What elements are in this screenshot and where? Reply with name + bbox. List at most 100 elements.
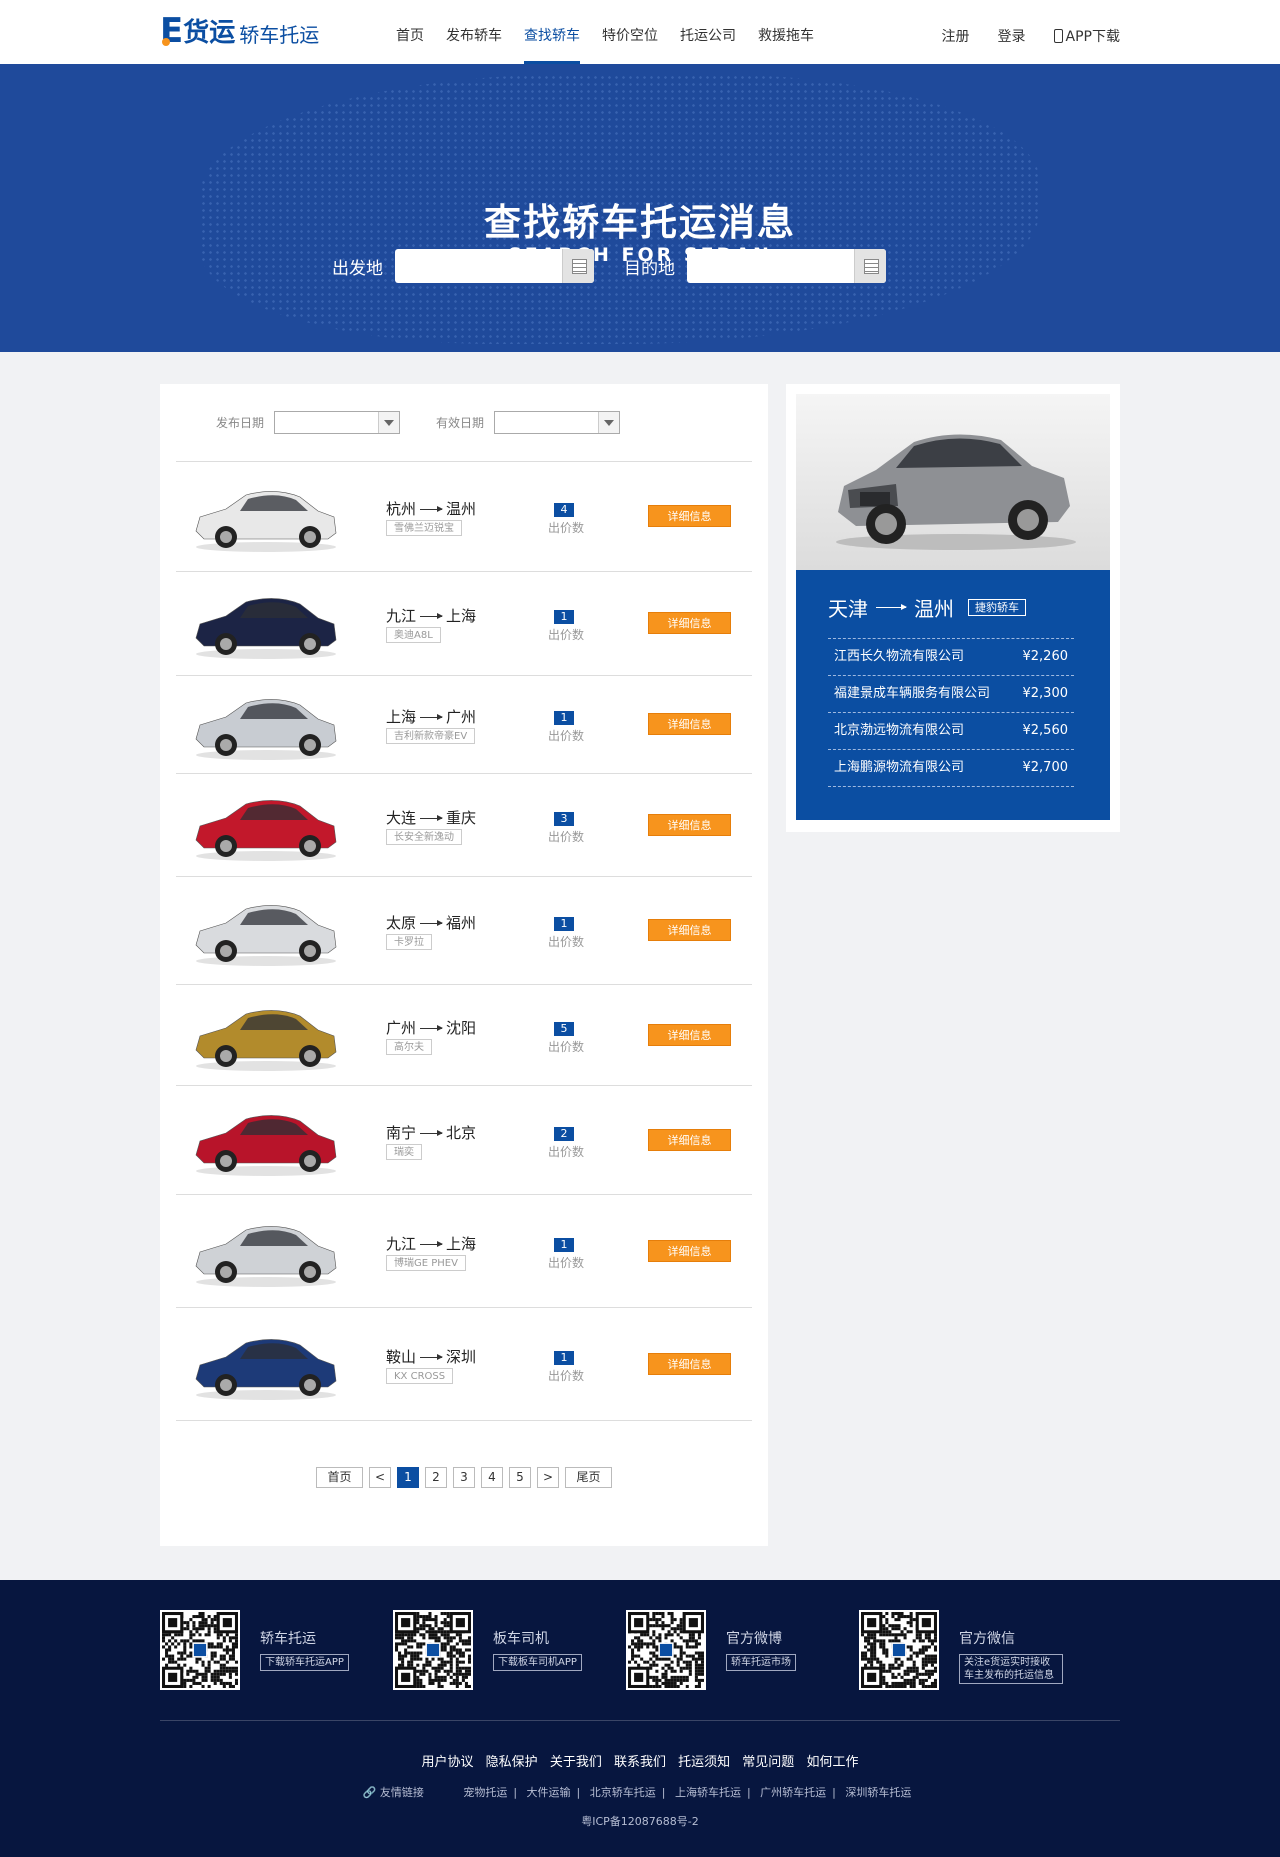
qr-button[interactable]: 下载板车司机APP <box>493 1654 582 1671</box>
qr-code-icon[interactable] <box>859 1610 939 1690</box>
route-from: 南宁 <box>386 1124 417 1142</box>
route: 广州 沈阳 <box>386 1017 476 1038</box>
to-picker-icon[interactable] <box>854 249 886 283</box>
route-arrow-icon <box>420 815 444 821</box>
logo-brand: 货运 <box>183 18 236 48</box>
route-arrow-icon <box>420 920 444 926</box>
route-arrow-icon <box>420 613 444 619</box>
detail-button[interactable]: 详细信息 <box>648 814 731 836</box>
route-arrow-icon <box>420 1354 444 1360</box>
listing-row: 上海 广州 吉利新款帝豪EV 1 出价数 详细信息 <box>176 676 752 774</box>
listing-row: 九江 上海 博瑞GE PHEV 1 出价数 详细信息 <box>176 1195 752 1308</box>
route: 太原 福州 <box>386 912 476 933</box>
featured-from: 天津 <box>828 596 868 621</box>
friend-link[interactable]: 北京轿车托运 <box>590 1786 656 1799</box>
quote-item[interactable]: 北京渤远物流有限公司 ¥2,560 <box>828 713 1074 750</box>
friend-link[interactable]: 广州轿车托运 <box>760 1786 826 1799</box>
qr-button[interactable]: 下载轿车托运APP <box>260 1654 349 1671</box>
route-to: 上海 <box>446 1235 477 1253</box>
footer-link-how[interactable]: 如何工作 <box>806 1755 858 1770</box>
car-model-tag: KX CROSS <box>386 1368 454 1384</box>
page-5[interactable]: 5 <box>509 1467 531 1488</box>
nav-companies[interactable]: 托运公司 <box>680 0 736 64</box>
bid-count-label: 出价数 <box>548 628 585 642</box>
page-1[interactable]: 1 <box>397 1467 419 1488</box>
detail-button[interactable]: 详细信息 <box>648 1353 731 1375</box>
featured-route-card: 天津 温州 捷豹轿车 江西长久物流有限公司 ¥2,260 福建景成车辆服务有限公司… <box>796 570 1110 820</box>
footer-link-privacy[interactable]: 隐私保护 <box>486 1755 538 1770</box>
detail-button[interactable]: 详细信息 <box>648 612 731 634</box>
friend-link[interactable]: 大件运输 <box>527 1786 571 1799</box>
car-model-tag: 雪佛兰迈锐宝 <box>386 520 462 536</box>
footer-link-faq[interactable]: 常见问题 <box>742 1755 794 1770</box>
main-nav: 首页 发布轿车 查找轿车 特价空位 托运公司 救援拖车 <box>396 0 836 64</box>
car-model-tag: 卡罗拉 <box>386 934 432 950</box>
car-thumbnail <box>195 1339 337 1400</box>
to-input[interactable] <box>687 249 886 283</box>
car-thumbnail <box>195 905 337 966</box>
login-link[interactable]: 登录 <box>998 26 1026 46</box>
footer-link-about[interactable]: 关于我们 <box>550 1755 602 1770</box>
qr-button[interactable]: 关注e货运实时接收车主发布的托运信息 <box>959 1654 1063 1684</box>
qr-title: 官方微信 <box>959 1631 1015 1647</box>
quote-item[interactable]: 福建景成车辆服务有限公司 ¥2,300 <box>828 676 1074 713</box>
bid-count-label: 出价数 <box>548 935 585 949</box>
page-4[interactable]: 4 <box>481 1467 503 1488</box>
friend-link[interactable]: 宠物托运 <box>463 1786 507 1799</box>
footer-link-notice[interactable]: 托运须知 <box>678 1755 730 1770</box>
nav-rescue[interactable]: 救援拖车 <box>758 0 814 64</box>
car-thumbnail <box>195 1226 337 1287</box>
route-from: 大连 <box>386 809 417 827</box>
publish-date-select[interactable] <box>274 411 401 434</box>
search-banner: 查找轿车托运消息 SEARCH FOR SEDAN 出发地 目的地 <box>0 64 1280 352</box>
friend-link[interactable]: 上海轿车托运 <box>675 1786 741 1799</box>
app-download-link[interactable]: APP下载 <box>1053 26 1120 46</box>
route: 杭州 温州 <box>386 498 476 519</box>
featured-to: 温州 <box>914 596 954 621</box>
car-model-tag: 奥迪A8L <box>386 627 441 643</box>
detail-button[interactable]: 详细信息 <box>648 1024 731 1046</box>
route-arrow-icon <box>420 1241 444 1247</box>
banner-title: 查找轿车托运消息 <box>484 201 796 244</box>
car-thumbnail <box>195 1115 337 1176</box>
page-prev[interactable]: < <box>369 1467 391 1488</box>
quote-item[interactable]: 上海鹏源物流有限公司 ¥2,700 <box>828 750 1074 787</box>
qr-button[interactable]: 轿车托运市场 <box>726 1654 796 1671</box>
qr-code-icon[interactable] <box>626 1610 706 1690</box>
page-3[interactable]: 3 <box>453 1467 475 1488</box>
nav-special-slots[interactable]: 特价空位 <box>602 0 658 64</box>
detail-button[interactable]: 详细信息 <box>648 1129 731 1151</box>
register-link[interactable]: 注册 <box>942 26 970 46</box>
detail-button[interactable]: 详细信息 <box>648 505 731 527</box>
car-model-tag: 瑞奕 <box>386 1144 422 1160</box>
site-footer: 轿车托运 下载轿车托运APP 板车司机 下载板车司机APP 官方微博 轿车托运市场 官… <box>0 1580 1280 1857</box>
page-2[interactable]: 2 <box>425 1467 447 1488</box>
valid-date-select[interactable] <box>494 411 621 434</box>
route-arrow-icon <box>420 714 444 720</box>
from-input[interactable] <box>395 249 594 283</box>
qr-code-icon[interactable] <box>160 1610 240 1690</box>
page-first[interactable]: 首页 <box>316 1467 363 1488</box>
detail-button[interactable]: 详细信息 <box>648 1240 731 1262</box>
footer-link-contact[interactable]: 联系我们 <box>614 1755 666 1770</box>
site-logo[interactable]: E 货运 轿车托运 <box>160 14 319 48</box>
phone-icon <box>1053 29 1063 43</box>
qr-block-weibo: 官方微博 轿车托运市场 <box>626 1610 859 1720</box>
from-picker-icon[interactable] <box>562 249 594 283</box>
page-last[interactable]: 尾页 <box>565 1467 612 1488</box>
route-to: 温州 <box>446 500 477 518</box>
route: 九江 上海 <box>386 605 476 626</box>
friend-link[interactable]: 深圳轿车托运 <box>845 1786 911 1799</box>
detail-button[interactable]: 详细信息 <box>648 713 731 735</box>
nav-find-car[interactable]: 查找轿车 <box>524 0 580 64</box>
listing-row: 大连 重庆 长安全新逸动 3 出价数 详细信息 <box>176 774 752 877</box>
bid-count: 1 <box>554 711 574 725</box>
footer-link-agreement[interactable]: 用户协议 <box>422 1755 474 1770</box>
page-next[interactable]: > <box>537 1467 559 1488</box>
quote-item[interactable]: 江西长久物流有限公司 ¥2,260 <box>828 639 1074 676</box>
site-header: E 货运 轿车托运 首页 发布轿车 查找轿车 特价空位 托运公司 救援拖车 注册… <box>0 0 1280 64</box>
qr-code-icon[interactable] <box>393 1610 473 1690</box>
detail-button[interactable]: 详细信息 <box>648 919 731 941</box>
nav-home[interactable]: 首页 <box>396 0 424 64</box>
nav-publish-car[interactable]: 发布轿车 <box>446 0 502 64</box>
